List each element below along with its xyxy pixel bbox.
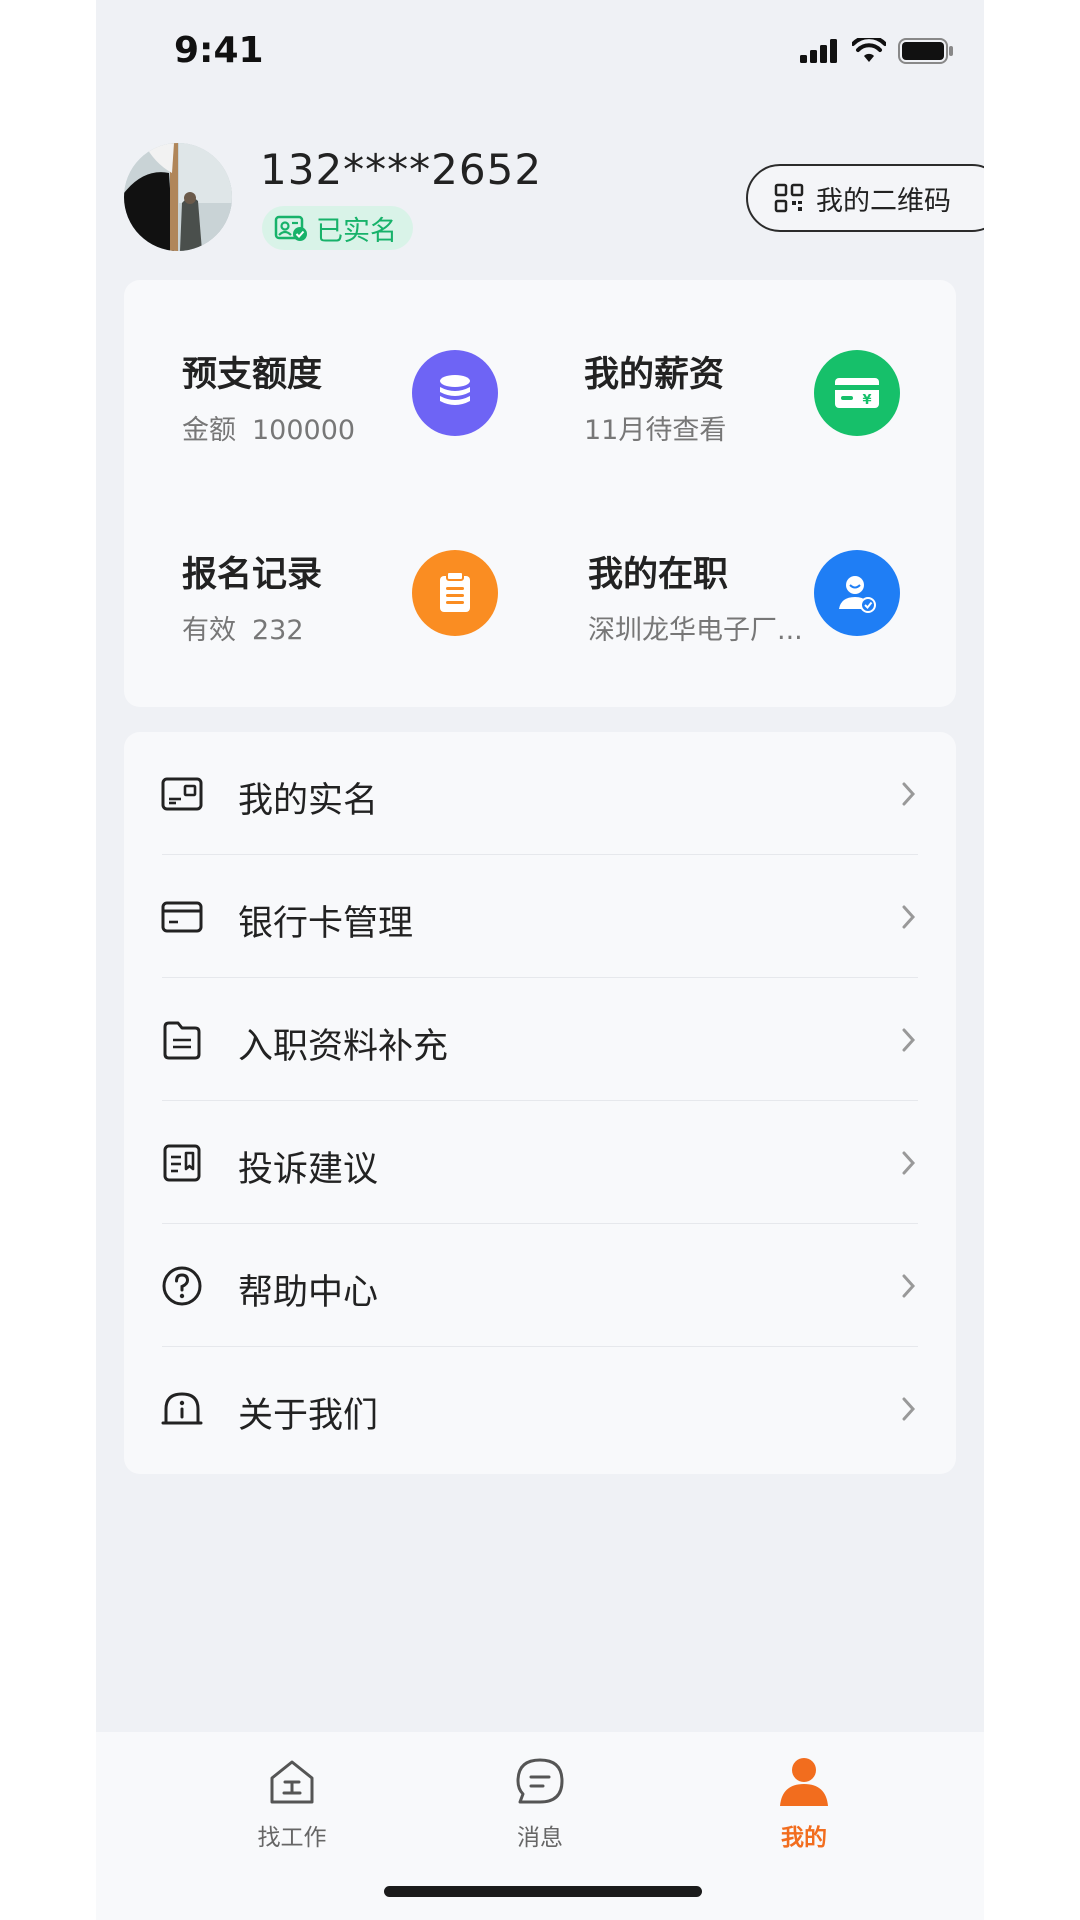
stat-sub-value: 100000 xyxy=(252,415,356,446)
stat-title: 我的薪资 xyxy=(584,355,725,395)
salary-card-icon: ¥ xyxy=(814,350,900,436)
menu-label: 投诉建议 xyxy=(238,1150,379,1190)
status-icons xyxy=(800,38,954,64)
tab-label: 我的 xyxy=(781,1825,827,1851)
tab-label: 消息 xyxy=(517,1825,563,1851)
menu-item-real-name[interactable]: 我的实名 xyxy=(124,732,956,855)
stat-current-employment[interactable]: 我的在职 深圳龙华电子厂... xyxy=(588,546,968,656)
menu-label: 关于我们 xyxy=(238,1396,379,1436)
stat-sub-value: 232 xyxy=(252,615,304,646)
chevron-right-icon xyxy=(902,1274,916,1298)
chevron-right-icon xyxy=(902,1397,916,1421)
stat-sub-key: 有效 xyxy=(182,615,236,646)
employee-icon xyxy=(814,550,900,636)
chevron-right-icon xyxy=(902,1028,916,1052)
coins-icon xyxy=(412,350,498,436)
menu-label: 我的实名 xyxy=(238,781,379,821)
menu-label: 入职资料补充 xyxy=(238,1027,449,1067)
chevron-right-icon xyxy=(902,1151,916,1175)
chevron-right-icon xyxy=(902,905,916,929)
message-icon xyxy=(516,1758,564,1804)
stat-subtitle: 有效 232 xyxy=(182,608,412,647)
tab-messages[interactable]: 消息 xyxy=(460,1754,620,1864)
signal-icon xyxy=(800,39,837,63)
menu-item-onboarding-info[interactable]: 入职资料补充 xyxy=(124,978,956,1101)
tab-find-job[interactable]: 找工作 xyxy=(212,1754,372,1864)
stat-title: 报名记录 xyxy=(182,555,323,595)
stat-sub-key: 11月待查看 xyxy=(584,415,727,446)
home-indicator[interactable] xyxy=(384,1886,702,1897)
avatar[interactable] xyxy=(124,143,232,251)
status-time: 9:41 xyxy=(174,30,264,71)
stat-advance-quota[interactable]: 预支额度 金额 100000 xyxy=(182,346,562,456)
chevron-right-icon xyxy=(902,782,916,806)
menu-item-help-center[interactable]: 帮助中心 xyxy=(124,1224,956,1347)
wifi-icon xyxy=(852,38,886,62)
home-work-icon xyxy=(270,1760,314,1804)
tab-mine[interactable]: 我的 xyxy=(724,1754,884,1864)
tab-label: 找工作 xyxy=(257,1825,327,1851)
profile-screen: 9:41 132****2652 已实名 我的二维码 预支额度 金额 10000… xyxy=(96,0,984,1920)
qr-code-label: 我的二维码 xyxy=(816,185,951,217)
stat-subtitle: 金额 100000 xyxy=(182,408,412,447)
about-icon xyxy=(161,1392,203,1425)
avatar-photo xyxy=(124,143,232,251)
profile-icon xyxy=(780,1758,828,1806)
help-icon xyxy=(162,1266,202,1306)
stats-card: 预支额度 金额 100000 我的薪资 11月待查看 ¥ 报名记录 有效 232… xyxy=(124,280,956,707)
menu-label: 帮助中心 xyxy=(238,1273,379,1313)
stat-sub-key: 金额 xyxy=(182,415,236,446)
phone-number: 132****2652 xyxy=(260,145,543,194)
menu-item-complaints[interactable]: 投诉建议 xyxy=(124,1101,956,1224)
verified-badge: 已实名 xyxy=(262,206,413,250)
svg-text:¥: ¥ xyxy=(862,393,871,408)
menu-item-bank-cards[interactable]: 银行卡管理 xyxy=(124,855,956,978)
stat-my-salary[interactable]: 我的薪资 11月待查看 ¥ xyxy=(584,346,964,456)
status-bar: 9:41 xyxy=(96,0,984,110)
qr-code-icon xyxy=(774,183,804,213)
stat-signup-records[interactable]: 报名记录 有效 232 xyxy=(182,546,562,656)
folder-icon xyxy=(163,1021,201,1060)
clipboard-icon xyxy=(412,550,498,636)
feedback-icon xyxy=(163,1144,201,1182)
menu-label: 银行卡管理 xyxy=(238,904,414,944)
menu-item-about-us[interactable]: 关于我们 xyxy=(124,1347,956,1470)
battery-icon xyxy=(898,38,953,64)
stat-title: 我的在职 xyxy=(588,555,729,595)
id-card-icon xyxy=(161,777,203,811)
bank-card-icon xyxy=(161,901,203,933)
stat-sub-key: 深圳龙华电子厂... xyxy=(588,615,803,646)
verified-id-icon xyxy=(274,215,307,241)
stat-subtitle: 深圳龙华电子厂... xyxy=(588,608,810,647)
my-qr-code-button[interactable]: 我的二维码 xyxy=(746,164,984,232)
stat-subtitle: 11月待查看 xyxy=(584,408,814,447)
verified-label: 已实名 xyxy=(316,215,397,247)
menu-card: 我的实名 银行卡管理 入职资料补充 投诉建议 帮助中心 关于我们 xyxy=(124,732,956,1474)
stat-title: 预支额度 xyxy=(182,355,323,395)
